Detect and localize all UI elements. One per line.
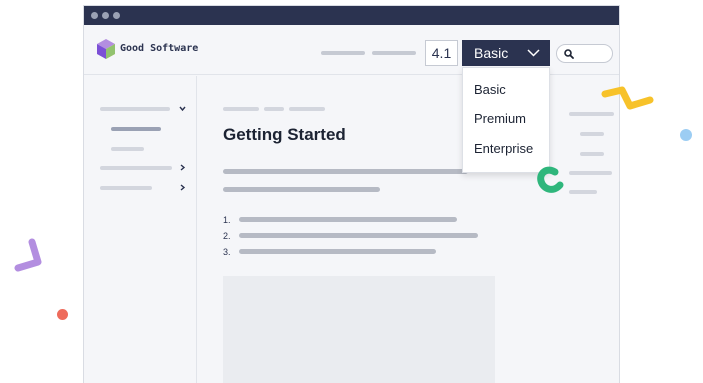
sidebar-nav	[84, 76, 197, 383]
toc-item[interactable]	[569, 190, 597, 194]
page-title: Getting Started	[223, 125, 346, 144]
edition-select[interactable]: Basic	[462, 40, 550, 66]
yellow-zigzag-decoration	[601, 86, 654, 110]
sidebar-item[interactable]	[100, 107, 170, 111]
version-field[interactable]: 4.1	[425, 40, 458, 66]
nav-link-placeholder[interactable]	[372, 51, 416, 55]
main-content: Getting Started 1. 2. 3.	[198, 76, 619, 383]
sidebar-subitem-active[interactable]	[111, 127, 161, 131]
window-dot-close[interactable]	[91, 12, 98, 19]
chevron-right-icon[interactable]	[179, 164, 186, 171]
sidebar-item[interactable]	[100, 186, 152, 190]
cube-logo-icon	[97, 39, 115, 59]
chevron-right-icon[interactable]	[179, 184, 186, 191]
list-number: 1.	[223, 215, 231, 225]
breadcrumb-segment[interactable]	[264, 107, 284, 111]
window-titlebar	[84, 6, 619, 25]
list-item-line	[239, 217, 457, 222]
blue-dot-decoration	[680, 129, 692, 141]
nav-link-placeholder[interactable]	[321, 51, 365, 55]
toc-item[interactable]	[580, 132, 604, 136]
chevron-down-icon	[527, 49, 540, 57]
list-number: 3.	[223, 247, 231, 257]
search-input[interactable]	[556, 44, 613, 63]
sidebar-subitem[interactable]	[111, 147, 144, 151]
text-line	[223, 169, 468, 174]
search-icon	[564, 49, 574, 59]
breadcrumb-segment[interactable]	[289, 107, 325, 111]
image-placeholder	[223, 276, 495, 383]
toc-item[interactable]	[580, 152, 604, 156]
edition-option-basic[interactable]: Basic	[474, 82, 506, 97]
list-number: 2.	[223, 231, 231, 241]
text-line	[223, 187, 380, 192]
edition-option-enterprise[interactable]: Enterprise	[474, 141, 533, 156]
chevron-down-icon[interactable]	[179, 105, 186, 112]
brand-name[interactable]: Good Software	[120, 43, 198, 54]
list-item-line	[239, 233, 478, 238]
toc-item[interactable]	[569, 171, 612, 175]
edition-dropdown-menu: Basic Premium Enterprise	[462, 67, 550, 173]
breadcrumb-segment[interactable]	[223, 107, 259, 111]
window-dot-maximize[interactable]	[113, 12, 120, 19]
green-arc-decoration	[537, 166, 564, 193]
list-item-line	[239, 249, 436, 254]
purple-squiggle-decoration	[14, 238, 42, 272]
red-dot-decoration	[57, 309, 68, 320]
edition-select-label: Basic	[474, 45, 509, 61]
window-dot-minimize[interactable]	[102, 12, 109, 19]
sidebar-item[interactable]	[100, 166, 172, 170]
edition-option-premium[interactable]: Premium	[474, 111, 526, 126]
